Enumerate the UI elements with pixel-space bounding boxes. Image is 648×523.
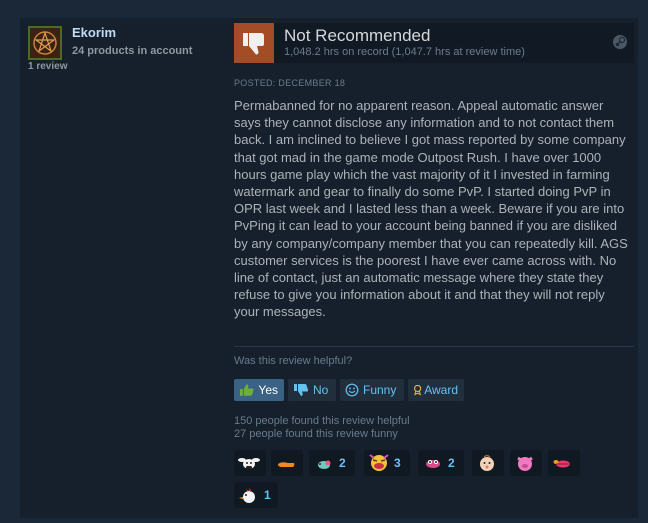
- award-label: Award: [424, 383, 458, 397]
- award-button[interactable]: Award: [408, 379, 464, 401]
- award-baby-face[interactable]: [472, 450, 504, 476]
- award-bird[interactable]: 2: [309, 450, 355, 476]
- recommendation-header[interactable]: Not Recommended 1,048.2 hrs on record (1…: [234, 23, 634, 63]
- pentagram-avatar-icon: [30, 28, 60, 58]
- lips-award-icon: [553, 460, 570, 468]
- arm-award-icon: [278, 462, 295, 467]
- chicken-award-icon: [239, 488, 255, 503]
- award-count: 1: [264, 488, 271, 502]
- thumbs-down-icon: [234, 23, 274, 63]
- thumbs-up-icon: [239, 384, 254, 396]
- award-ribbon-icon: [413, 384, 422, 396]
- award-count: 2: [339, 456, 346, 470]
- hours-on-record: 1,048.2 hrs on record (1,047.7 hrs at re…: [284, 46, 525, 58]
- award-pig-face[interactable]: 2: [418, 450, 464, 476]
- smiley-icon: [345, 383, 359, 397]
- steam-icon: [612, 34, 628, 50]
- funny-count: 27 people found this review funny: [234, 428, 398, 440]
- award-arm[interactable]: [271, 450, 303, 476]
- review-stats: 150 people found this review helpful 27 …: [234, 415, 410, 441]
- thumbs-down-small-icon: [294, 384, 309, 396]
- pig-face-award-icon: [426, 460, 440, 468]
- baby-face-award-icon: [480, 454, 494, 471]
- cow-award-icon: [238, 458, 260, 469]
- no-label: No: [313, 383, 329, 397]
- award-lips[interactable]: [548, 450, 580, 476]
- review-content: Permabanned for no apparent reason. Appe…: [234, 98, 628, 320]
- helpful-count: 150 people found this review helpful: [234, 415, 410, 427]
- funny-label: Funny: [363, 383, 397, 397]
- helpful-question: Was this review helpful?: [234, 355, 353, 367]
- award-chicken[interactable]: 1: [234, 482, 278, 508]
- funny-button[interactable]: Funny: [340, 379, 404, 401]
- yes-button[interactable]: Yes: [234, 379, 284, 401]
- review-panel: Ekorim 24 products in account 1 review N…: [20, 18, 638, 518]
- recommendation-title: Not Recommended: [284, 26, 431, 45]
- award-count: 3: [394, 456, 401, 470]
- posted-date: POSTED: DECEMBER 18: [234, 78, 346, 88]
- review-count[interactable]: 1 review: [28, 61, 67, 72]
- award-count: 2: [448, 456, 455, 470]
- no-button[interactable]: No: [288, 379, 336, 401]
- award-pink-pig[interactable]: [510, 450, 542, 476]
- divider: [234, 346, 634, 347]
- pink-pig-award-icon: [517, 456, 533, 471]
- products-count[interactable]: 24 products in account: [72, 45, 192, 57]
- laughing-face-award-icon: [369, 454, 389, 471]
- bird-award-icon: [318, 460, 331, 469]
- award-cow[interactable]: [234, 450, 266, 476]
- award-laughing-face[interactable]: 3: [364, 450, 410, 476]
- avatar[interactable]: [28, 26, 62, 60]
- yes-label: Yes: [258, 383, 278, 397]
- author-name[interactable]: Ekorim: [72, 25, 116, 40]
